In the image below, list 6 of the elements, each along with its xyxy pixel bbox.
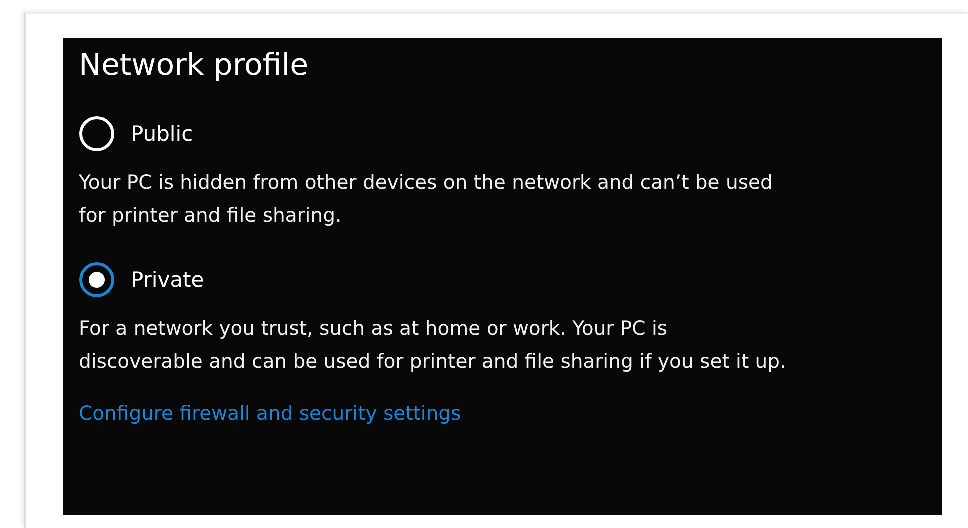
option-description: Your PC is hidden from other devices on the network and can’t be used for printer and file sharing. xyxy=(79,170,774,229)
section-title: Network profile xyxy=(79,47,310,85)
option-description: For a network you trust, such as at home or work. Your PC is discoverable and can be used for printer and file sharing if you set it up. xyxy=(79,316,788,375)
radio-label[interactable]: Private xyxy=(131,268,204,292)
settings-link[interactable]: Configure firewall and security settings xyxy=(79,402,462,425)
radio-label[interactable]: Public xyxy=(131,122,194,146)
